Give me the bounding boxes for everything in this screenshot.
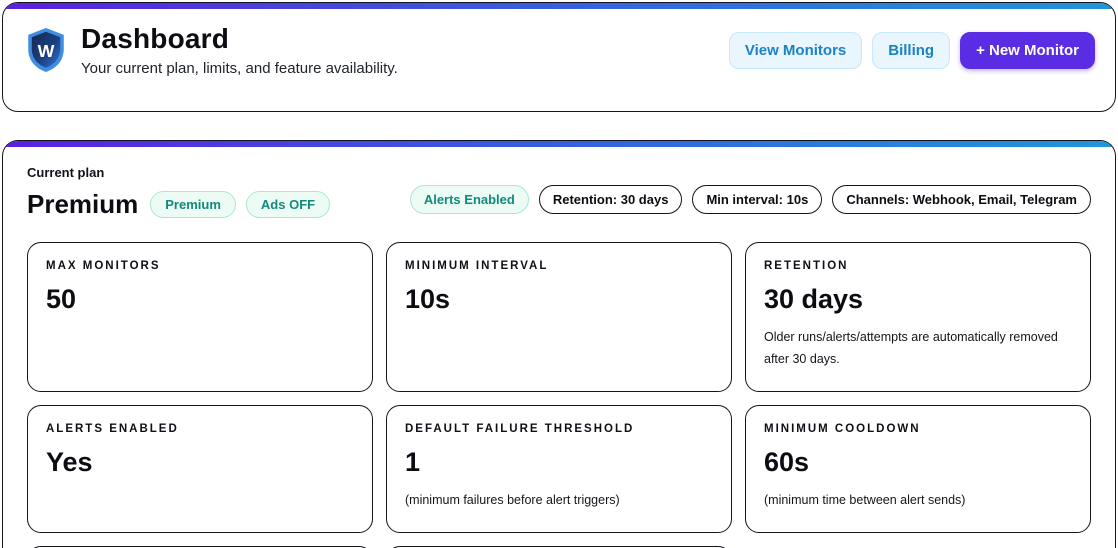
pill-alerts-enabled: Alerts Enabled xyxy=(409,185,529,214)
pill-retention: Retention: 30 days xyxy=(538,185,683,214)
shield-w-logo-icon: W xyxy=(28,28,64,72)
stat-label: MAX MONITORS xyxy=(46,260,161,272)
stat-note: (minimum failures before alert triggers) xyxy=(405,493,620,507)
page-subtitle: Your current plan, limits, and feature a… xyxy=(81,60,398,77)
svg-text:W: W xyxy=(38,41,55,61)
stat-card: MINIMUM COOLDOWN 60s (minimum time between… xyxy=(745,405,1091,533)
plan-badge-ads-off: Ads OFF xyxy=(245,191,331,218)
page-title: Dashboard xyxy=(81,23,230,54)
stat-note: (minimum time between alert sends) xyxy=(764,493,966,507)
stat-note: Older runs/alerts/attempts are automatic… xyxy=(764,330,1058,366)
plan-badge-premium: Premium xyxy=(150,191,236,218)
stat-card: DEFAULT FAILURE THRESHOLD 1 (minimum failu… xyxy=(386,405,732,533)
stat-card: ALERTS ENABLED Yes xyxy=(27,405,373,533)
plan-pills: Alerts Enabled Retention: 30 days Min inte… xyxy=(409,185,1091,214)
plan-name: Premium xyxy=(27,189,139,219)
stat-card: MAX MONITORS 50 xyxy=(27,242,373,392)
plan-info: Current plan Premium Premium Ads OFF xyxy=(27,165,331,220)
stat-label: MINIMUM INTERVAL xyxy=(405,260,549,272)
stat-value: 1 xyxy=(405,447,421,477)
stat-card: MINIMUM INTERVAL 10s xyxy=(386,242,732,392)
pill-min-interval: Min interval: 10s xyxy=(692,185,823,214)
header-card: W Dashboard Your current plan, limits, a… xyxy=(2,2,1116,112)
pill-channels: Channels: Webhook, Email, Telegram xyxy=(832,185,1091,214)
new-monitor-button[interactable]: + New Monitor xyxy=(960,31,1095,69)
stat-label: RETENTION xyxy=(764,260,849,272)
stat-value: 30 days xyxy=(764,284,864,314)
stat-label: MINIMUM COOLDOWN xyxy=(764,423,921,435)
plan-badges: Premium Ads OFF xyxy=(150,191,331,218)
plan-label: Current plan xyxy=(27,165,105,180)
stat-value: 10s xyxy=(405,284,451,314)
stat-label: DEFAULT FAILURE THRESHOLD xyxy=(405,423,635,435)
view-monitors-button[interactable]: View Monitors xyxy=(728,31,863,69)
billing-button[interactable]: Billing xyxy=(872,31,951,69)
plan-card: Current plan Premium Premium Ads OFF Aler… xyxy=(2,140,1116,548)
stat-card: RETENTION 30 days Older runs/alerts/attemp… xyxy=(745,242,1091,392)
header-actions: View Monitors Billing + New Monitor xyxy=(728,31,1097,69)
brand: W Dashboard Your current plan, limits, a… xyxy=(25,23,398,77)
stat-value: Yes xyxy=(46,447,93,477)
stat-value: 60s xyxy=(764,447,810,477)
stat-label: ALERTS ENABLED xyxy=(46,423,179,435)
stat-value: 50 xyxy=(46,284,77,314)
stats-grid: MAX MONITORS 50 MINIMUM INTERVAL 10s RETENTI… xyxy=(27,242,1091,548)
